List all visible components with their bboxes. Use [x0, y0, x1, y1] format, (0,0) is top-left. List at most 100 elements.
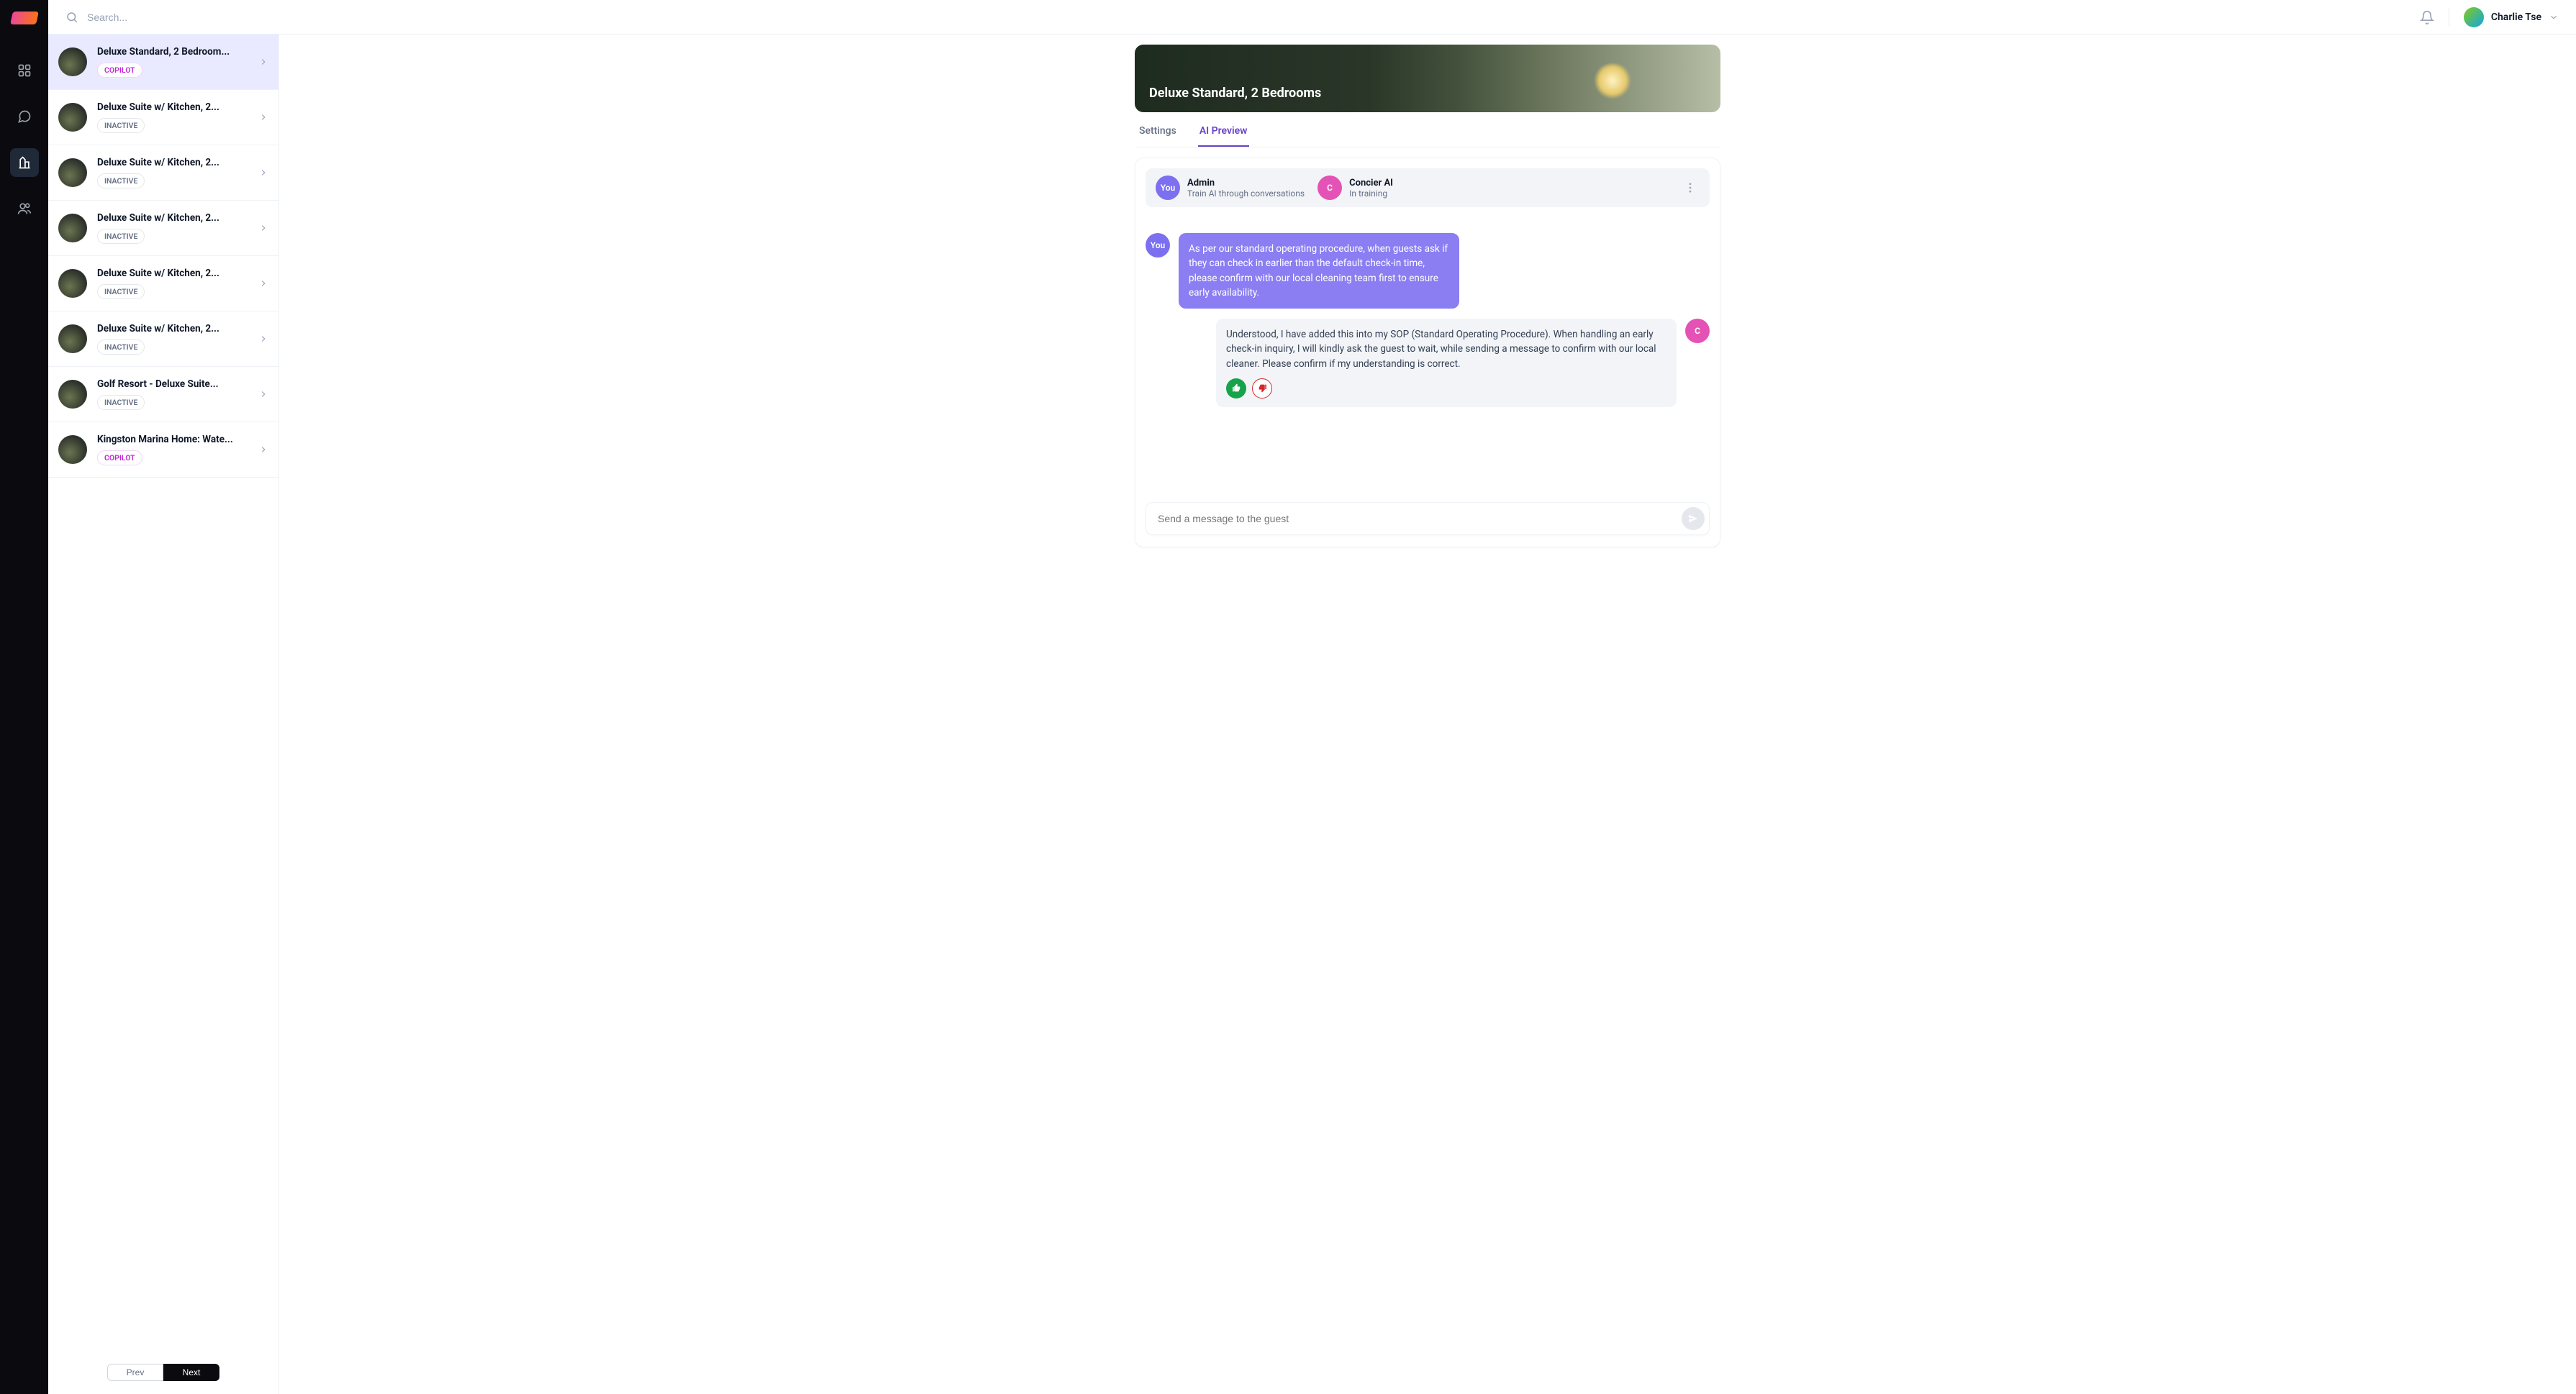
listing-info: Deluxe Suite w/ Kitchen, 2... INACTIVE [97, 268, 248, 299]
send-icon [1687, 513, 1699, 524]
listing-info: Deluxe Suite w/ Kitchen, 2... INACTIVE [97, 101, 248, 133]
tab-bar: Settings AI Preview [1135, 115, 1720, 147]
message-user-row: You As per our standard operating proced… [1146, 233, 1710, 309]
feedback-buttons [1226, 378, 1666, 398]
listing-thumb [58, 158, 87, 187]
thumbs-up-button[interactable] [1226, 378, 1246, 398]
chevron-right-icon [258, 112, 268, 122]
listing-thumb [58, 269, 87, 298]
participant-admin: You Admin Train AI through conversations [1156, 176, 1305, 200]
dots-vertical-icon [1684, 181, 1697, 194]
ai-preview-card: You Admin Train AI through conversations… [1135, 158, 1720, 547]
participants-more-button[interactable] [1681, 178, 1700, 197]
chevron-down-icon [2549, 12, 2559, 22]
search-input[interactable] [87, 12, 303, 23]
listing-row[interactable]: Deluxe Suite w/ Kitchen, 2... INACTIVE [48, 311, 278, 367]
search-icon [65, 11, 78, 24]
listing-info: Kingston Marina Home: Wate... COPILOT [97, 434, 248, 465]
notifications-button[interactable] [2420, 10, 2434, 24]
participant-ai-sub: In training [1349, 188, 1393, 199]
listing-title: Deluxe Suite w/ Kitchen, 2... [97, 323, 248, 334]
listing-row[interactable]: Deluxe Suite w/ Kitchen, 2... INACTIVE [48, 145, 278, 201]
nav-properties[interactable] [10, 148, 39, 177]
status-badge: INACTIVE [97, 340, 145, 355]
nav-rail [0, 0, 48, 1394]
chevron-right-icon [258, 389, 268, 399]
participants-bar: You Admin Train AI through conversations… [1146, 168, 1710, 207]
participant-ai: C Concier AI In training [1318, 176, 1393, 200]
user-name-label: Charlie Tse [2491, 12, 2541, 23]
user-menu[interactable]: Charlie Tse [2464, 7, 2559, 27]
composer [1146, 502, 1710, 535]
message-ai-text: Understood, I have added this into my SO… [1226, 327, 1666, 371]
thumbs-up-icon [1232, 383, 1241, 393]
listing-title: Deluxe Suite w/ Kitchen, 2... [97, 101, 248, 113]
nav-messages[interactable] [10, 102, 39, 131]
message-ai-bubble: Understood, I have added this into my SO… [1216, 319, 1677, 407]
listing-thumb [58, 47, 87, 76]
hero-title: Deluxe Standard, 2 Bedrooms [1149, 86, 1321, 101]
listing-info: Deluxe Suite w/ Kitchen, 2... INACTIVE [97, 212, 248, 244]
listing-info: Deluxe Suite w/ Kitchen, 2... INACTIVE [97, 323, 248, 355]
status-badge: INACTIVE [97, 118, 145, 133]
tab-ai-preview[interactable]: AI Preview [1198, 115, 1249, 147]
status-badge: INACTIVE [97, 173, 145, 188]
avatar [2464, 7, 2484, 27]
listing-title: Golf Resort - Deluxe Suite... [97, 378, 248, 390]
listings-column: Deluxe Standard, 2 Bedroom...COPILOTDelu… [48, 35, 279, 1394]
listing-row[interactable]: Deluxe Standard, 2 Bedroom... COPILOT [48, 35, 278, 90]
search-wrap [65, 11, 2420, 24]
nav-users[interactable] [10, 194, 39, 223]
listing-row[interactable]: Deluxe Suite w/ Kitchen, 2... INACTIVE [48, 90, 278, 145]
listing-title: Kingston Marina Home: Wate... [97, 434, 248, 445]
chat-icon [17, 109, 32, 124]
nav-dashboard[interactable] [10, 56, 39, 85]
listing-title: Deluxe Standard, 2 Bedroom... [97, 46, 248, 58]
status-badge: INACTIVE [97, 395, 145, 410]
status-badge: COPILOT [97, 450, 142, 465]
tab-settings[interactable]: Settings [1138, 115, 1178, 147]
message-avatar-you: You [1146, 233, 1170, 258]
status-badge: INACTIVE [97, 284, 145, 299]
message-avatar-ai: C [1685, 319, 1710, 343]
header-right: Charlie Tse [2420, 7, 2559, 27]
chevron-right-icon [258, 278, 268, 288]
status-badge: INACTIVE [97, 229, 145, 244]
listing-thumb [58, 380, 87, 409]
listing-thumb [58, 214, 87, 242]
participant-ai-name: Concier AI [1349, 178, 1393, 188]
listing-title: Deluxe Suite w/ Kitchen, 2... [97, 157, 248, 168]
listing-title: Deluxe Suite w/ Kitchen, 2... [97, 268, 248, 279]
users-icon [17, 201, 32, 216]
listing-row[interactable]: Kingston Marina Home: Wate... COPILOT [48, 422, 278, 478]
chevron-right-icon [258, 168, 268, 178]
grid-icon [17, 63, 32, 78]
listing-row[interactable]: Golf Resort - Deluxe Suite... INACTIVE [48, 367, 278, 422]
thumbs-down-button[interactable] [1252, 378, 1272, 398]
chevron-right-icon [258, 223, 268, 233]
listings-scroll: Deluxe Standard, 2 Bedroom...COPILOTDelu… [48, 35, 278, 1351]
header: Charlie Tse [48, 0, 2576, 35]
next-button[interactable]: Next [163, 1364, 219, 1381]
chevron-right-icon [258, 334, 268, 344]
message-ai-row: Understood, I have added this into my SO… [1146, 319, 1710, 407]
participant-admin-sub: Train AI through conversations [1187, 188, 1305, 199]
building-icon [17, 155, 32, 170]
listing-thumb [58, 324, 87, 353]
avatar-ai: C [1318, 176, 1342, 200]
hero-banner: Deluxe Standard, 2 Bedrooms [1135, 45, 1720, 112]
content-pane: Deluxe Standard, 2 Bedrooms Settings AI … [279, 35, 2576, 1394]
thumbs-down-icon [1258, 383, 1267, 393]
composer-input[interactable] [1158, 513, 1674, 524]
pager: Prev Next [48, 1351, 278, 1394]
listing-thumb [58, 435, 87, 464]
logo [10, 12, 39, 24]
chevron-right-icon [258, 445, 268, 455]
listing-title: Deluxe Suite w/ Kitchen, 2... [97, 212, 248, 224]
listing-row[interactable]: Deluxe Suite w/ Kitchen, 2... INACTIVE [48, 256, 278, 311]
status-badge: COPILOT [97, 63, 142, 78]
send-button[interactable] [1682, 507, 1705, 530]
listing-row[interactable]: Deluxe Suite w/ Kitchen, 2... INACTIVE [48, 201, 278, 256]
prev-button[interactable]: Prev [107, 1364, 163, 1381]
listing-info: Golf Resort - Deluxe Suite... INACTIVE [97, 378, 248, 410]
